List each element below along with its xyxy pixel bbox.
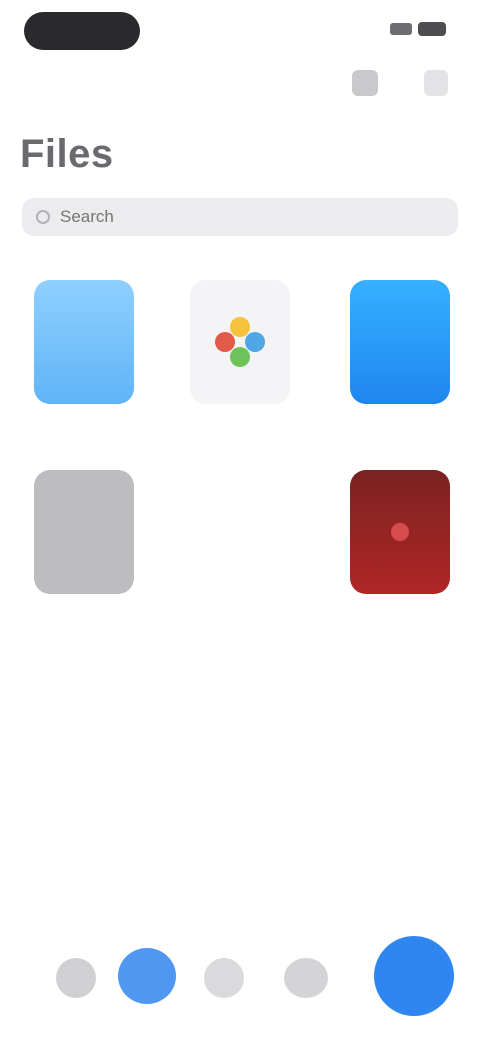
signal-icon <box>390 23 412 35</box>
status-time-pill <box>24 12 140 50</box>
select-icon[interactable] <box>352 70 378 96</box>
app-red-icon <box>391 523 409 541</box>
add-button[interactable] <box>374 936 454 1016</box>
search-bar[interactable] <box>22 198 458 236</box>
more-icon[interactable] <box>424 70 448 96</box>
folder-blue-light[interactable] <box>34 280 134 404</box>
battery-icon <box>418 22 446 36</box>
search-input[interactable] <box>58 206 422 228</box>
item-blank[interactable] <box>190 470 290 594</box>
page-title: Files <box>20 132 114 176</box>
app-red[interactable] <box>350 470 450 594</box>
tab-icon-4[interactable] <box>284 958 328 998</box>
folder-gray[interactable] <box>34 470 134 594</box>
photos-icon <box>215 317 265 367</box>
photos-app[interactable] <box>190 280 290 404</box>
status-indicators <box>390 22 446 36</box>
tab-icon-2[interactable] <box>118 948 176 1004</box>
folder-blue[interactable] <box>350 280 450 404</box>
tab-icon-1[interactable] <box>56 958 96 998</box>
tab-icon-3[interactable] <box>204 958 244 998</box>
search-icon <box>36 210 50 224</box>
